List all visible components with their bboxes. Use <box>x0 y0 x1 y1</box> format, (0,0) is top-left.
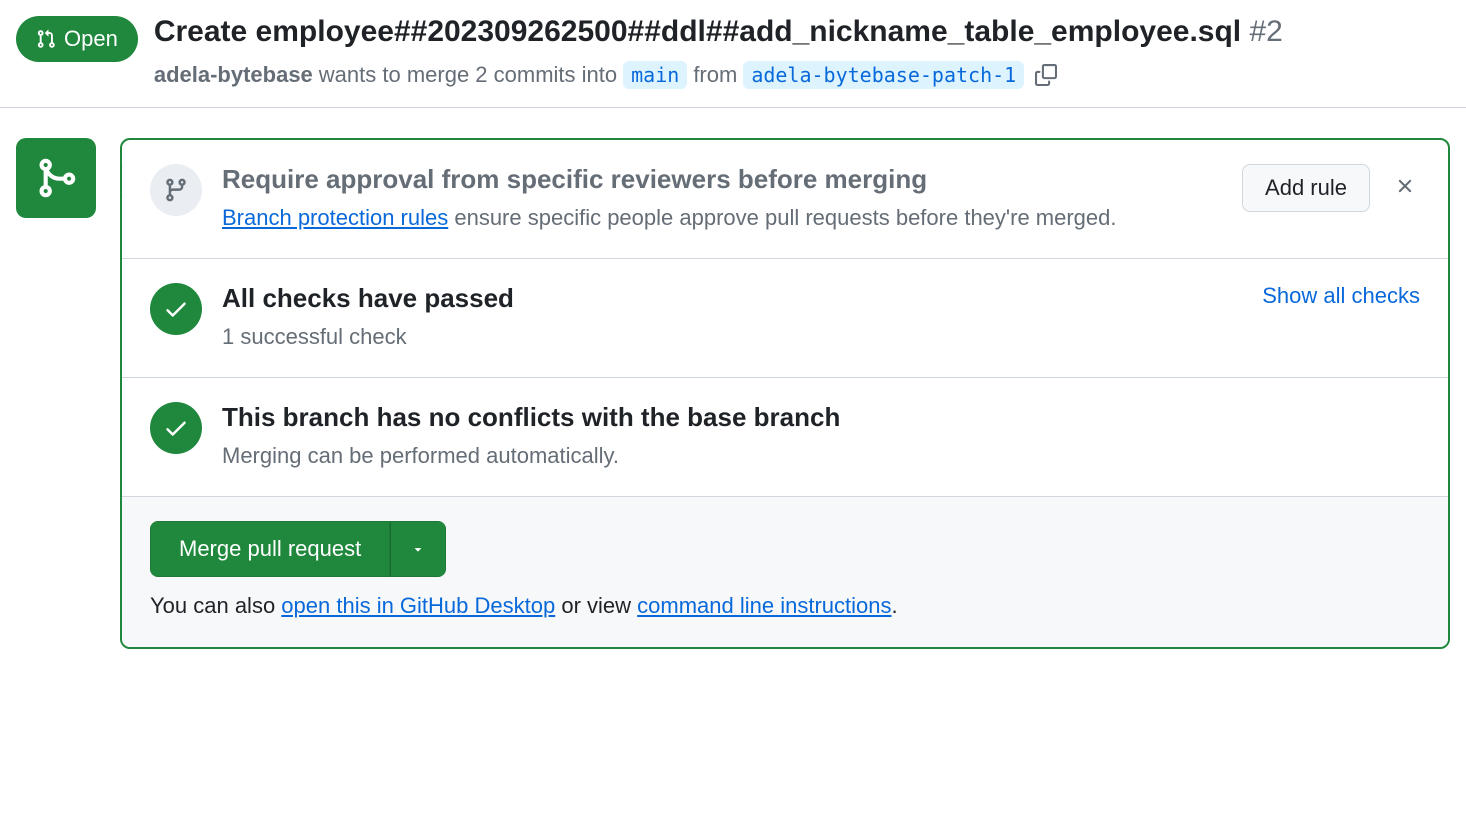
protection-title: Require approval from specific reviewers… <box>222 164 1222 195</box>
copy-branch-button[interactable] <box>1030 59 1062 91</box>
dismiss-protection-button[interactable] <box>1390 168 1420 208</box>
header-main: Create employee##202309262500##ddl##add_… <box>154 12 1450 91</box>
copy-icon <box>1035 64 1057 86</box>
pr-title: Create employee##202309262500##ddl##add_… <box>154 15 1241 48</box>
git-branch-icon <box>163 177 189 203</box>
checks-icon-wrap <box>150 283 202 335</box>
footer-suffix: . <box>892 593 898 618</box>
pr-author[interactable]: adela-bytebase <box>154 62 313 88</box>
pr-title-row: Create employee##202309262500##ddl##add_… <box>154 12 1450 51</box>
merge-status-box: Require approval from specific reviewers… <box>120 138 1450 649</box>
triangle-down-icon <box>411 542 425 556</box>
meta-text: wants to merge 2 commits into <box>319 62 617 88</box>
pr-state-badge: Open <box>16 16 138 62</box>
cli-instructions-link[interactable]: command line instructions <box>637 593 891 618</box>
open-desktop-link[interactable]: open this in GitHub Desktop <box>281 593 555 618</box>
base-branch-label[interactable]: main <box>623 61 687 89</box>
pr-number: #2 <box>1249 15 1282 48</box>
meta-text-from: from <box>693 62 737 88</box>
close-icon <box>1394 175 1416 197</box>
checks-actions: Show all checks <box>1262 283 1420 309</box>
check-icon <box>163 415 189 441</box>
check-icon <box>163 296 189 322</box>
merge-footer: Merge pull request You can also open thi… <box>122 497 1448 647</box>
checks-body: All checks have passed 1 successful chec… <box>222 283 1242 353</box>
state-label: Open <box>64 26 118 52</box>
protection-actions: Add rule <box>1242 164 1420 212</box>
merge-pull-request-button[interactable]: Merge pull request <box>150 521 390 577</box>
show-all-checks-link[interactable]: Show all checks <box>1262 283 1420 309</box>
pr-meta: adela-bytebase wants to merge 2 commits … <box>154 59 1450 91</box>
conflicts-section: This branch has no conflicts with the ba… <box>122 378 1448 497</box>
merge-area: Require approval from specific reviewers… <box>0 108 1466 665</box>
footer-prefix: You can also <box>150 593 281 618</box>
pr-header: Open Create employee##202309262500##ddl#… <box>0 0 1466 108</box>
merge-dropdown-button[interactable] <box>390 521 446 577</box>
add-rule-button[interactable]: Add rule <box>1242 164 1370 212</box>
conflicts-title: This branch has no conflicts with the ba… <box>222 402 1420 433</box>
checks-subtitle: 1 successful check <box>222 320 1242 353</box>
protection-desc: Branch protection rules ensure specific … <box>222 201 1222 234</box>
conflicts-icon-wrap <box>150 402 202 454</box>
git-merge-icon <box>34 156 78 200</box>
branch-protection-section: Require approval from specific reviewers… <box>122 140 1448 259</box>
branch-protection-icon-wrap <box>150 164 202 216</box>
protection-body: Require approval from specific reviewers… <box>222 164 1222 234</box>
head-branch-label[interactable]: adela-bytebase-patch-1 <box>743 61 1024 89</box>
conflicts-body: This branch has no conflicts with the ba… <box>222 402 1420 472</box>
branch-protection-link[interactable]: Branch protection rules <box>222 205 448 230</box>
footer-help-text: You can also open this in GitHub Desktop… <box>150 593 1420 619</box>
checks-title: All checks have passed <box>222 283 1242 314</box>
timeline-merge-badge <box>16 138 96 218</box>
git-pull-request-icon <box>36 29 56 49</box>
protection-desc-rest: ensure specific people approve pull requ… <box>448 205 1116 230</box>
checks-section: All checks have passed 1 successful chec… <box>122 259 1448 378</box>
footer-mid: or view <box>555 593 637 618</box>
conflicts-subtitle: Merging can be performed automatically. <box>222 439 1420 472</box>
merge-button-group: Merge pull request <box>150 521 446 577</box>
